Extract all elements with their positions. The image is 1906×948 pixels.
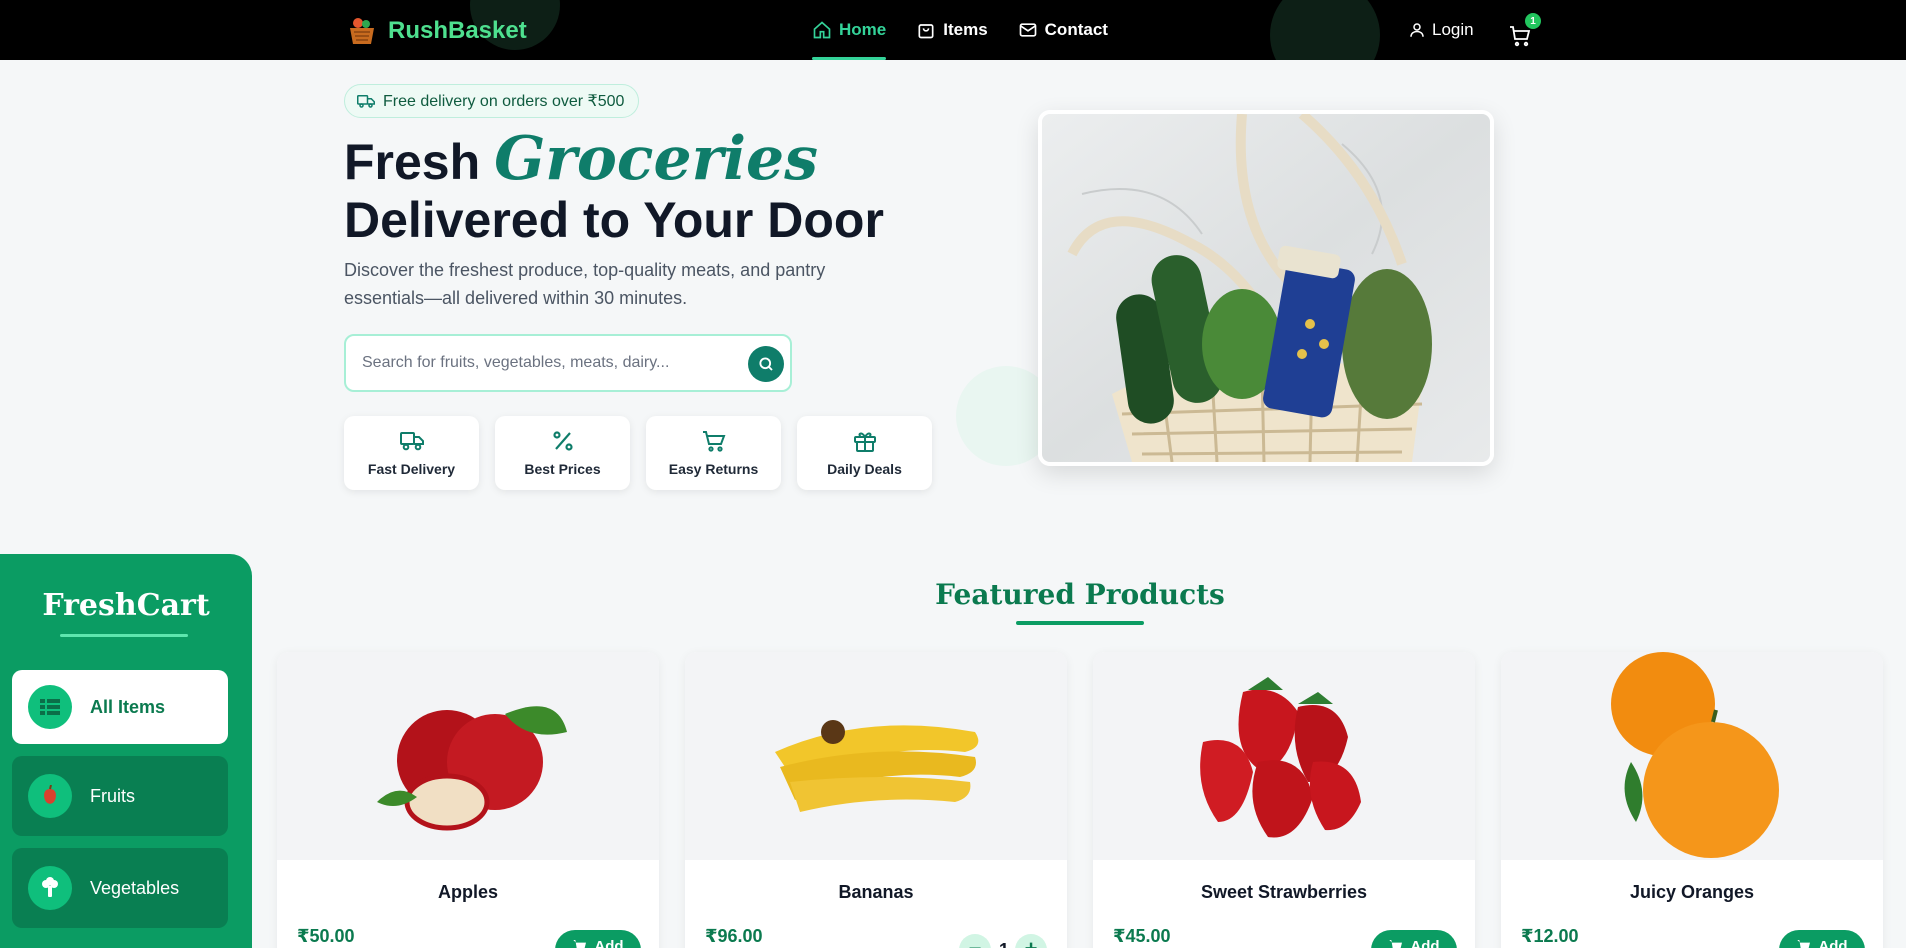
broccoli-icon (28, 866, 72, 910)
product-name: Apples (437, 882, 498, 902)
nav-contact-label: Contact (1044, 20, 1108, 39)
cart-icon (1389, 940, 1403, 948)
truck-icon (399, 432, 424, 451)
hero-title-line2: Delivered to Your Door (344, 192, 884, 248)
basket-logo-icon (346, 15, 378, 47)
promo-text: Free delivery on orders over ₹500 (383, 93, 625, 110)
shopping-bag-icon (918, 24, 934, 39)
cart-icon (573, 940, 587, 948)
brand-name: RushBasket (388, 17, 527, 44)
search-bar (344, 334, 792, 392)
hero-title-accent: Groceries (494, 124, 818, 194)
apples-image (377, 706, 567, 831)
product-image (1093, 652, 1475, 860)
add-to-cart-button[interactable]: Add (1779, 930, 1865, 948)
sidebar-item-label: Vegetables (90, 877, 180, 898)
category-sidebar: FreshCart All Items Fruits Vegetables (0, 554, 252, 948)
free-delivery-pill: Free delivery on orders over ₹500 (344, 84, 640, 118)
product-card-apples: Apples ₹50.00 Add (277, 652, 659, 948)
product-name: Juicy Oranges (1629, 882, 1755, 902)
feature-label: Daily Deals (827, 461, 902, 477)
feature-easy-returns: Easy Returns (646, 416, 781, 490)
product-price: ₹12.00 (1521, 926, 1579, 946)
sidebar-title: FreshCart (42, 588, 210, 623)
home-icon (813, 21, 831, 39)
feature-label: Fast Delivery (367, 461, 456, 477)
product-name: Sweet Strawberries (1200, 882, 1368, 902)
fruit-icon (28, 774, 72, 818)
user-icon (1410, 23, 1424, 37)
cart-icon (1797, 940, 1811, 948)
product-image (685, 652, 1067, 860)
nav-home-label: Home (839, 20, 887, 39)
feature-daily-deals: Daily Deals (797, 416, 932, 490)
feature-label: Best Prices (524, 461, 601, 477)
decor-blob (1270, 0, 1380, 60)
cart-icon (702, 431, 725, 452)
hero-title: Fresh Groceries Delivered to Your Door (344, 129, 904, 249)
bananas-image (775, 720, 979, 812)
add-to-cart-button[interactable]: Add (555, 930, 641, 948)
featured-products-heading: Featured Products (935, 578, 1225, 611)
product-price: ₹50.00 (297, 926, 355, 946)
product-card-oranges: Juicy Oranges ₹12.00 Add (1501, 652, 1883, 948)
product-name: Bananas (838, 882, 914, 902)
product-price: ₹96.00 (705, 926, 763, 946)
truck-icon (357, 95, 375, 108)
brand-link[interactable]: RushBasket (346, 16, 527, 46)
sidebar-item-all-items[interactable]: All Items (12, 670, 228, 744)
search-button[interactable] (748, 346, 784, 382)
decrease-quantity-button[interactable]: − (959, 934, 991, 948)
grid-icon (28, 685, 72, 729)
featured-heading-underline (1016, 621, 1144, 625)
nav-items[interactable]: Items (916, 0, 988, 60)
feature-fast-delivery: Fast Delivery (344, 416, 479, 490)
oranges-image (1611, 652, 1779, 858)
product-image (1501, 652, 1883, 860)
nav-home[interactable]: Home (812, 0, 887, 60)
product-card-bananas: Bananas ₹96.00 − 1 + (685, 652, 1067, 948)
feature-label: Easy Returns (668, 461, 759, 477)
cart-count-badge: 1 (1525, 13, 1541, 29)
mail-icon (1019, 23, 1036, 37)
nav-contact[interactable]: Contact (1018, 0, 1108, 60)
grocery-bag-photo (1042, 114, 1490, 462)
sidebar-item-fruits[interactable]: Fruits (12, 756, 228, 836)
percent-icon (552, 431, 573, 451)
product-price: ₹45.00 (1113, 926, 1171, 946)
add-label: Add (1410, 938, 1440, 948)
top-navbar: RushBasket Home Items Contact Login 1 (0, 0, 1906, 60)
gift-icon (853, 432, 876, 452)
search-icon (759, 357, 773, 371)
add-to-cart-button[interactable]: Add (1371, 930, 1457, 948)
product-image (277, 652, 659, 860)
increase-quantity-button[interactable]: + (1015, 934, 1047, 948)
feature-best-prices: Best Prices (495, 416, 630, 490)
feature-list: Fast Delivery Best Prices Easy Returns D… (344, 416, 932, 490)
hero-title-part1: Fresh (344, 134, 495, 190)
hero-description: Discover the freshest produce, top-quali… (344, 260, 826, 308)
sidebar-item-vegetables[interactable]: Vegetables (12, 848, 228, 928)
login-button[interactable]: Login (1408, 0, 1474, 60)
add-label: Add (594, 938, 624, 948)
hero-image (1038, 110, 1494, 466)
sidebar-item-label: Fruits (90, 785, 135, 806)
strawberries-image (1200, 677, 1361, 838)
sidebar-title-underline (60, 634, 188, 637)
product-card-strawberries: Sweet Strawberries ₹45.00 Add (1093, 652, 1475, 948)
search-input[interactable] (362, 354, 742, 372)
sidebar-item-label: All Items (90, 696, 166, 717)
quantity-value: 1 (999, 940, 1009, 948)
main-nav: Home Items Contact (812, 0, 1108, 60)
add-label: Add (1818, 938, 1848, 948)
login-label: Login (1432, 20, 1474, 39)
nav-items-label: Items (943, 20, 988, 39)
